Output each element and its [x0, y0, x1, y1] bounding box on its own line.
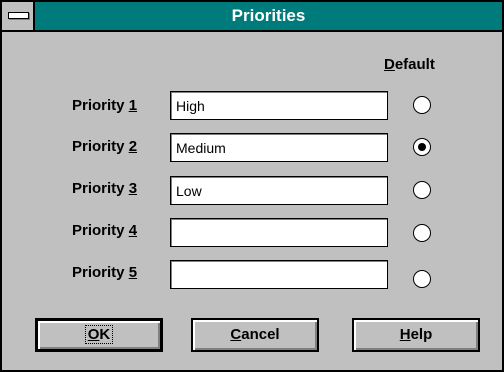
- ok-mnemonic: O: [87, 326, 100, 343]
- cancel-button[interactable]: Cancel: [191, 318, 319, 352]
- ok-label-rest: K: [99, 326, 111, 343]
- priority-5-label-text: Priority: [72, 264, 129, 281]
- priority-2-field[interactable]: [170, 133, 388, 162]
- radio-selected-dot: [418, 143, 426, 151]
- priority-4-label-text: Priority: [72, 222, 129, 239]
- ok-button[interactable]: OK: [35, 318, 163, 352]
- priority-1-label: Priority 1: [72, 97, 137, 114]
- default-header-rest: efault: [394, 56, 435, 73]
- help-label-rest: elp: [410, 326, 433, 343]
- cancel-mnemonic: C: [230, 326, 242, 343]
- priority-2-default-radio[interactable]: [413, 138, 431, 156]
- priority-1-label-text: Priority: [72, 97, 129, 114]
- priority-5-default-radio[interactable]: [413, 270, 431, 288]
- priorities-dialog: Priorities Default Priority 1 Priority 2…: [0, 0, 504, 372]
- ok-focus-rect: OK: [84, 325, 114, 344]
- help-button[interactable]: Help: [352, 318, 480, 352]
- priority-3-label-text: Priority: [72, 180, 129, 197]
- priority-3-field[interactable]: [170, 176, 388, 205]
- priority-5-mnemonic: 5: [128, 264, 138, 281]
- priority-2-label-text: Priority: [72, 138, 129, 155]
- priority-4-field[interactable]: [170, 218, 388, 247]
- window-title: Priorities: [231, 6, 306, 25]
- priority-5-field[interactable]: [170, 260, 388, 289]
- priority-4-label: Priority 4: [72, 222, 137, 239]
- priority-2-mnemonic: 2: [128, 138, 138, 155]
- priority-4-default-radio[interactable]: [413, 224, 431, 242]
- priority-3-mnemonic: 3: [128, 180, 138, 197]
- priority-3-label: Priority 3: [72, 180, 137, 197]
- priority-5-label: Priority 5: [72, 264, 137, 281]
- priority-2-label: Priority 2: [72, 138, 137, 155]
- help-mnemonic: H: [399, 326, 411, 343]
- default-column-header: Default: [384, 56, 435, 73]
- default-mnemonic: D: [384, 56, 395, 73]
- system-menu-bar-glyph: [8, 12, 29, 19]
- priority-4-mnemonic: 4: [128, 222, 138, 239]
- priority-1-field[interactable]: [170, 91, 388, 120]
- priority-1-mnemonic: 1: [128, 97, 138, 114]
- priority-3-default-radio[interactable]: [413, 181, 431, 199]
- system-menu-icon[interactable]: [2, 2, 35, 30]
- title-bar[interactable]: Priorities: [2, 2, 502, 32]
- priority-1-default-radio[interactable]: [413, 96, 431, 114]
- cancel-label-rest: ancel: [241, 326, 280, 343]
